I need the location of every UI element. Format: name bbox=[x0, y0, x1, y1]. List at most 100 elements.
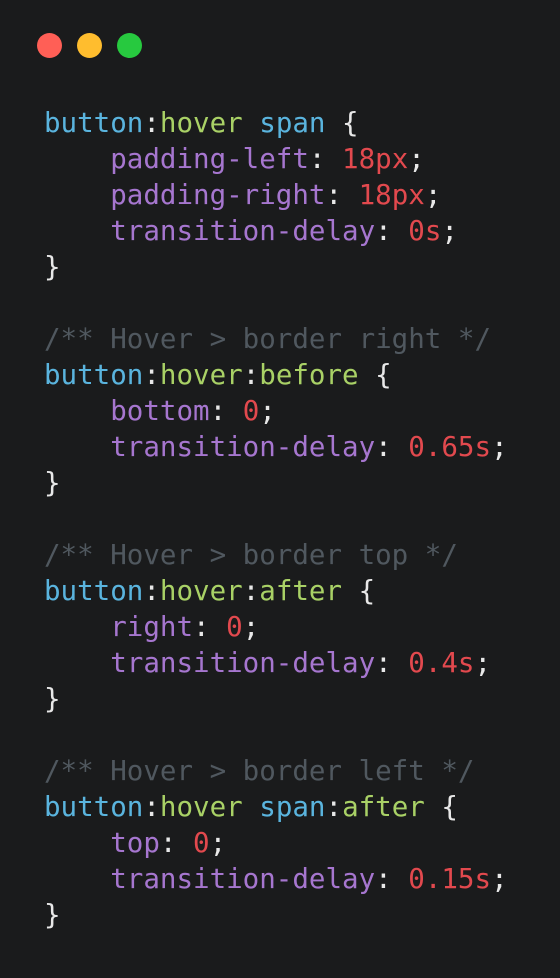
code-token-num: 0.4s bbox=[408, 647, 475, 679]
code-line: top: 0; bbox=[44, 825, 508, 861]
close-button[interactable] bbox=[37, 33, 62, 58]
code-token-pseudo: after bbox=[342, 791, 425, 823]
code-token-comment: /** Hover > border left */ bbox=[44, 755, 475, 787]
code-token-punct: : bbox=[193, 611, 227, 643]
code-line: /** Hover > border left */ bbox=[44, 753, 508, 789]
code-token-prop: right bbox=[110, 611, 194, 643]
code-window: button:hover span { padding-left: 18px; … bbox=[0, 0, 560, 978]
code-token-comment: /** Hover > border top */ bbox=[44, 539, 458, 571]
code-token-punct: { bbox=[342, 575, 376, 607]
code-token-punct: : bbox=[143, 575, 160, 607]
code-block: button:hover span { padding-left: 18px; … bbox=[44, 105, 508, 933]
code-token-punct: : bbox=[375, 863, 409, 895]
code-token-punct bbox=[44, 647, 110, 679]
code-token-pseudo: before bbox=[259, 359, 359, 391]
code-token-punct: ; bbox=[209, 827, 227, 859]
code-token-punct bbox=[243, 107, 260, 139]
code-token-punct: : bbox=[325, 791, 343, 823]
code-token-punct: : bbox=[375, 431, 409, 463]
code-token-punct: } bbox=[44, 683, 61, 715]
code-token-num: 18px bbox=[342, 143, 409, 175]
code-token-punct bbox=[44, 827, 110, 859]
code-token-num: 0 bbox=[226, 611, 243, 643]
code-token-prop: transition-delay bbox=[110, 863, 376, 895]
code-token-punct: { bbox=[424, 791, 458, 823]
code-token-punct: ; bbox=[408, 143, 425, 175]
code-token-punct: { bbox=[325, 107, 359, 139]
code-token-prop: transition-delay bbox=[110, 647, 376, 679]
code-token-num: 0 bbox=[242, 395, 260, 427]
code-token-prop: padding-right bbox=[110, 179, 326, 211]
code-line: transition-delay: 0s; bbox=[44, 213, 508, 249]
code-token-pseudo: hover bbox=[159, 575, 243, 607]
code-token-punct bbox=[44, 395, 110, 427]
code-line: } bbox=[44, 681, 508, 717]
code-token-prop: padding-left bbox=[110, 143, 309, 175]
code-token-punct bbox=[44, 431, 110, 463]
code-line: transition-delay: 0.15s; bbox=[44, 861, 508, 897]
code-token-selector: span bbox=[259, 107, 326, 139]
code-token-punct bbox=[44, 215, 110, 247]
code-token-pseudo: hover bbox=[159, 359, 243, 391]
code-token-punct bbox=[44, 611, 110, 643]
code-token-prop: transition-delay bbox=[110, 431, 376, 463]
code-token-punct: : bbox=[143, 359, 160, 391]
code-token-punct: ; bbox=[441, 215, 458, 247]
code-token-punct: : bbox=[242, 359, 260, 391]
code-token-punct: : bbox=[159, 827, 194, 859]
maximize-button[interactable] bbox=[117, 33, 142, 58]
code-token-num: 0 bbox=[193, 827, 210, 859]
code-token-punct: ; bbox=[424, 179, 442, 211]
code-token-pseudo: hover bbox=[159, 791, 243, 823]
code-line: padding-right: 18px; bbox=[44, 177, 508, 213]
code-token-punct: ; bbox=[259, 395, 276, 427]
code-token-selector: button bbox=[44, 575, 144, 607]
minimize-button[interactable] bbox=[77, 33, 102, 58]
code-line: button:hover:after { bbox=[44, 573, 508, 609]
code-token-punct: ; bbox=[491, 431, 508, 463]
code-token-pseudo: after bbox=[259, 575, 343, 607]
code-token-punct: : bbox=[375, 215, 409, 247]
code-line: button:hover:before { bbox=[44, 357, 508, 393]
code-token-punct bbox=[44, 863, 110, 895]
code-token-punct: } bbox=[44, 467, 61, 499]
code-line: button:hover span:after { bbox=[44, 789, 508, 825]
code-token-punct: ; bbox=[491, 863, 508, 895]
code-token-punct bbox=[243, 791, 260, 823]
code-token-prop: top bbox=[110, 827, 160, 859]
code-token-comment: /** Hover > border right */ bbox=[44, 323, 492, 355]
code-token-punct: { bbox=[358, 359, 392, 391]
code-token-pseudo: hover bbox=[159, 107, 243, 139]
code-token-punct bbox=[44, 179, 110, 211]
code-line: transition-delay: 0.4s; bbox=[44, 645, 508, 681]
code-line: } bbox=[44, 465, 508, 501]
code-line: /** Hover > border right */ bbox=[44, 321, 508, 357]
code-token-selector: button bbox=[44, 791, 144, 823]
code-line: } bbox=[44, 249, 508, 285]
code-line: button:hover span { bbox=[44, 105, 508, 141]
code-token-punct: : bbox=[143, 791, 160, 823]
code-line: } bbox=[44, 897, 508, 933]
code-token-punct: } bbox=[44, 251, 61, 283]
code-token-punct: : bbox=[242, 575, 260, 607]
code-token-num: 0s bbox=[408, 215, 442, 247]
code-token-punct: : bbox=[308, 143, 343, 175]
code-line: padding-left: 18px; bbox=[44, 141, 508, 177]
code-line: /** Hover > border top */ bbox=[44, 537, 508, 573]
code-line: transition-delay: 0.65s; bbox=[44, 429, 508, 465]
code-token-punct bbox=[44, 143, 110, 175]
code-token-prop: bottom bbox=[110, 395, 210, 427]
code-token-prop: transition-delay bbox=[110, 215, 376, 247]
code-token-selector: span bbox=[259, 791, 326, 823]
code-token-selector: button bbox=[44, 359, 144, 391]
code-token-punct: : bbox=[375, 647, 409, 679]
code-token-num: 18px bbox=[358, 179, 425, 211]
code-token-punct: : bbox=[209, 395, 243, 427]
code-token-punct: ; bbox=[242, 611, 260, 643]
code-token-punct: } bbox=[44, 899, 61, 931]
code-token-punct: : bbox=[143, 107, 160, 139]
code-token-punct: : bbox=[325, 179, 359, 211]
